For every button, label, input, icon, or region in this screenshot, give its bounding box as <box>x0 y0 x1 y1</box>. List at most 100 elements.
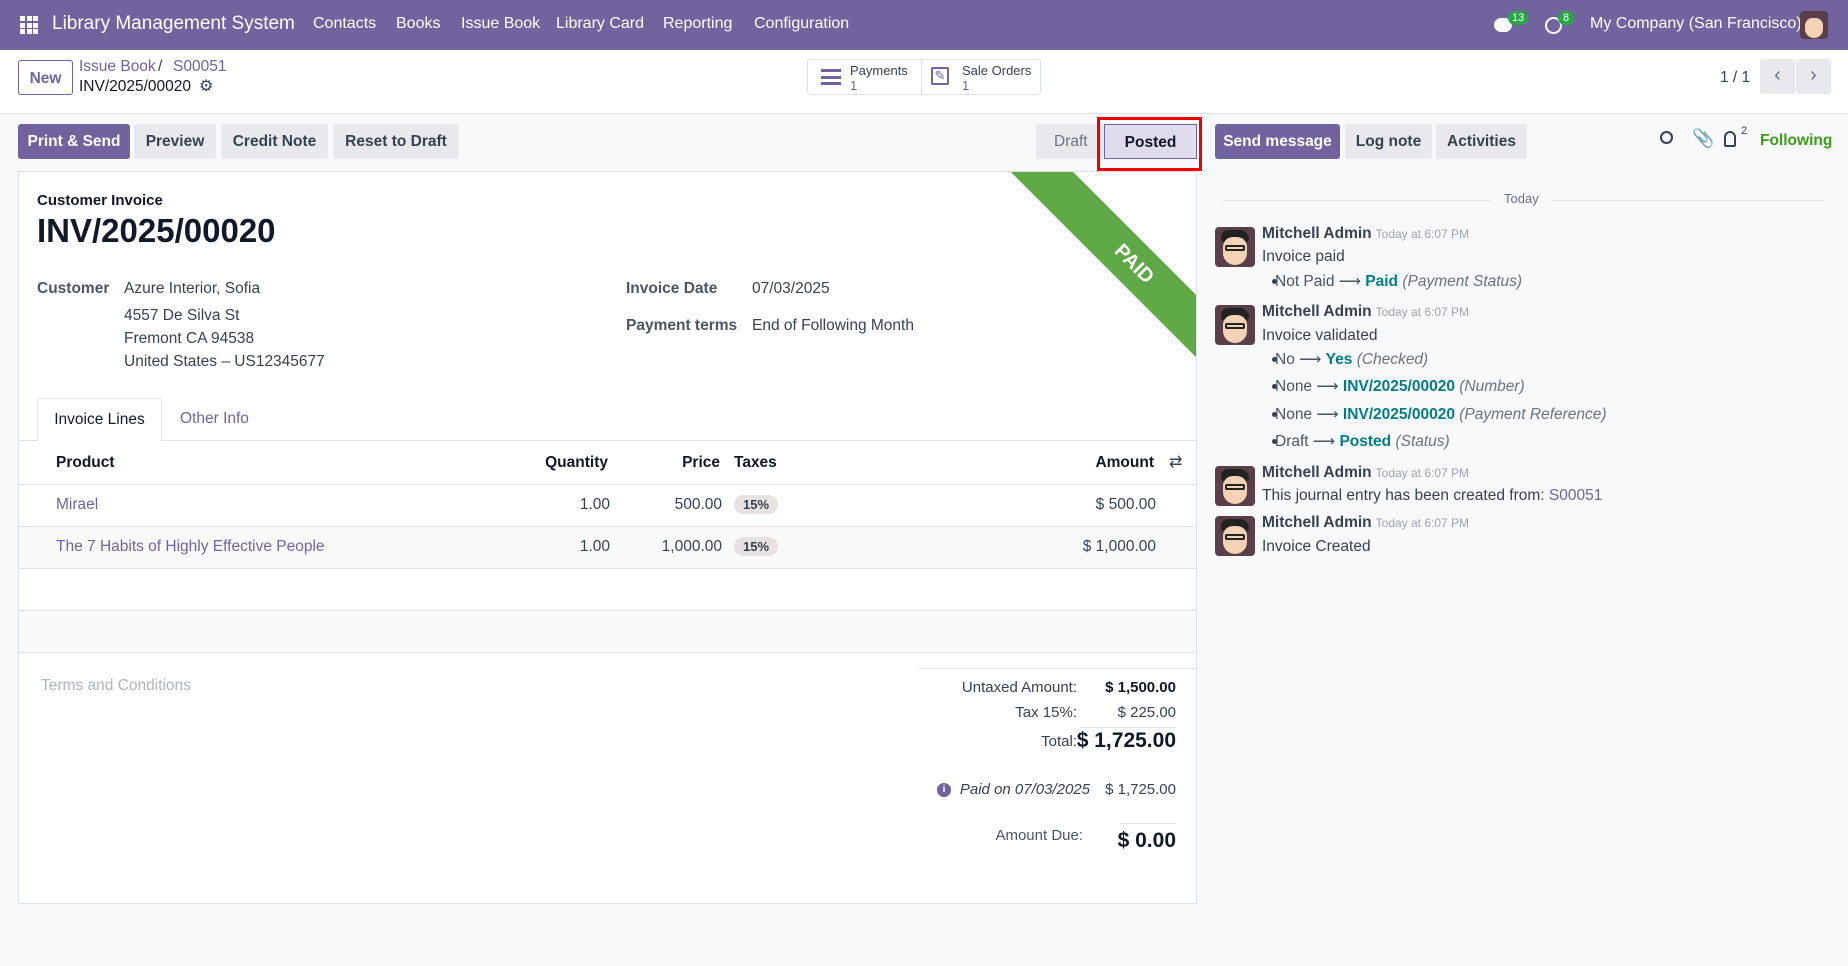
pager-previous-button[interactable]: ‹ <box>1760 59 1795 94</box>
tab-other-info[interactable]: Other Info <box>180 410 249 428</box>
invoice-date-value[interactable]: 07/03/2025 <box>752 280 830 298</box>
user-avatar[interactable] <box>1800 11 1828 39</box>
empty-row[interactable] <box>19 568 1196 610</box>
log-note-button[interactable]: Log note <box>1345 124 1432 159</box>
message-body: Invoice Created <box>1262 538 1371 555</box>
breadcrumb-issue-book[interactable]: Issue Book <box>79 58 156 76</box>
new-button[interactable]: New <box>18 60 73 95</box>
edit-icon: ✎ <box>931 67 949 85</box>
credit-note-button[interactable]: Credit Note <box>221 124 328 159</box>
tax-badge: 15% <box>734 537 779 556</box>
breadcrumb-separator: / <box>158 58 163 75</box>
menu-reporting[interactable]: Reporting <box>663 15 732 33</box>
new-value: Paid <box>1365 273 1399 290</box>
customer-link[interactable]: Azure Interior, Sofia <box>124 280 260 298</box>
apps-menu-icon[interactable] <box>20 16 38 34</box>
author-avatar[interactable] <box>1215 466 1255 506</box>
author-name[interactable]: Mitchell Admin <box>1262 303 1372 320</box>
breadcrumb-order[interactable]: S00051 <box>173 58 226 76</box>
record-name: INV/2025/00020 <box>79 78 192 95</box>
payments-count: 1 <box>850 78 858 93</box>
old-value: Draft <box>1275 433 1309 450</box>
optional-columns-icon[interactable]: ⇄ <box>1169 452 1182 472</box>
field-name: (Payment Reference) <box>1459 406 1607 423</box>
table-row[interactable]: Mirael 1.00 500.00 15% $ 500.00 <box>19 484 1196 526</box>
pager-value[interactable]: 1 / 1 <box>1720 69 1750 87</box>
product-link[interactable]: The 7 Habits of Highly Effective People <box>56 538 325 556</box>
tab-label: Invoice Lines <box>54 411 145 428</box>
table-row[interactable]: The 7 Habits of Highly Effective People … <box>19 526 1196 568</box>
message-header: Mitchell Admin Today at 6:07 PM <box>1262 303 1469 321</box>
tracking-change: None ⟶ INV/2025/00020 (Payment Reference… <box>1275 406 1607 423</box>
col-product[interactable]: Product <box>56 454 115 472</box>
address-line: United States – US12345677 <box>124 353 325 370</box>
invoice-form-sheet: PAID Customer Invoice INV/2025/00020 Cus… <box>18 171 1197 904</box>
tabs-bar <box>19 440 1196 441</box>
print-send-button[interactable]: Print & Send <box>18 124 130 159</box>
paid-on-label: Paid on 07/03/2025 <box>959 781 1090 798</box>
address-line: 4557 De Silva St <box>124 307 240 324</box>
new-value: Yes <box>1325 351 1353 368</box>
total-value: $ 1,725.00 <box>1076 729 1176 752</box>
author-avatar[interactable] <box>1215 305 1255 345</box>
author-avatar[interactable] <box>1215 516 1255 556</box>
author-avatar[interactable] <box>1215 227 1255 267</box>
tracking-change: None ⟶ INV/2025/00020 (Number) <box>1275 378 1525 395</box>
status-draft[interactable]: Draft <box>1036 124 1106 159</box>
sale-orders-smart-button[interactable]: ✎ Sale Orders 1 <box>922 59 1041 95</box>
amount: $ 1,000.00 <box>1082 538 1156 555</box>
menu-library-card[interactable]: Library Card <box>556 15 644 33</box>
amount: $ 500.00 <box>1095 496 1156 513</box>
activities-button[interactable]: 8 <box>1545 11 1581 38</box>
followers-count: 2 <box>1741 125 1748 137</box>
company-switcher[interactable]: My Company (San Francisco) <box>1590 15 1802 33</box>
app-title[interactable]: Library Management System <box>52 13 295 35</box>
activities-button[interactable]: Activities <box>1436 124 1527 159</box>
menu-contacts[interactable]: Contacts <box>313 15 376 33</box>
quantity: 1.00 <box>579 538 610 555</box>
menu-issue-book[interactable]: Issue Book <box>461 15 540 33</box>
messages-button[interactable]: 13 <box>1494 11 1530 38</box>
followers-icon[interactable] <box>1724 131 1736 147</box>
pager-next-button[interactable]: › <box>1796 59 1831 94</box>
tracking-change: Draft ⟶ Posted (Status) <box>1275 433 1450 450</box>
sale-orders-label: Sale Orders <box>962 63 1032 78</box>
col-amount[interactable]: Amount <box>1095 454 1154 472</box>
author-name[interactable]: Mitchell Admin <box>1262 514 1372 531</box>
tracking-change: No ⟶ Yes (Checked) <box>1275 351 1429 368</box>
payment-terms-label: Payment terms <box>626 317 738 334</box>
payment-terms-value[interactable]: End of Following Month <box>752 317 914 335</box>
sale-orders-count: 1 <box>962 78 970 93</box>
untaxed-value: $ 1,500.00 <box>1105 679 1176 696</box>
payments-label: Payments <box>850 63 908 78</box>
message-body: Invoice validated <box>1262 327 1378 344</box>
empty-row[interactable] <box>19 610 1196 652</box>
preview-button[interactable]: Preview <box>134 124 216 159</box>
following-button[interactable]: Following <box>1760 132 1832 150</box>
message-time: Today at 6:07 PM <box>1375 305 1470 319</box>
source-order-link[interactable]: S00051 <box>1549 487 1602 504</box>
col-price[interactable]: Price <box>682 454 720 472</box>
menu-books[interactable]: Books <box>396 15 440 33</box>
col-quantity[interactable]: Quantity <box>545 454 608 472</box>
product-link[interactable]: Mirael <box>56 496 98 514</box>
payments-smart-button[interactable]: Payments 1 <box>807 59 922 95</box>
tracking-change: Not Paid ⟶ Paid (Payment Status) <box>1275 273 1523 290</box>
search-icon[interactable] <box>1660 131 1673 144</box>
terms-conditions-field[interactable]: Terms and Conditions <box>41 677 191 695</box>
info-icon[interactable]: i <box>937 783 951 797</box>
tab-invoice-lines[interactable]: Invoice Lines <box>37 398 162 441</box>
author-name[interactable]: Mitchell Admin <box>1262 464 1372 481</box>
message-time: Today at 6:07 PM <box>1375 466 1470 480</box>
gear-icon[interactable]: ⚙ <box>199 76 213 96</box>
reset-to-draft-button[interactable]: Reset to Draft <box>333 124 459 159</box>
col-taxes[interactable]: Taxes <box>734 454 777 472</box>
top-navbar: Library Management System Contacts Books… <box>0 0 1848 50</box>
author-name[interactable]: Mitchell Admin <box>1262 225 1372 242</box>
address-line: Fremont CA 94538 <box>124 330 255 347</box>
menu-configuration[interactable]: Configuration <box>754 15 849 33</box>
paperclip-icon[interactable]: 📎 <box>1692 128 1714 149</box>
send-message-button[interactable]: Send message <box>1215 124 1340 159</box>
message-time: Today at 6:07 PM <box>1375 516 1470 530</box>
total-divider <box>1080 727 1176 728</box>
